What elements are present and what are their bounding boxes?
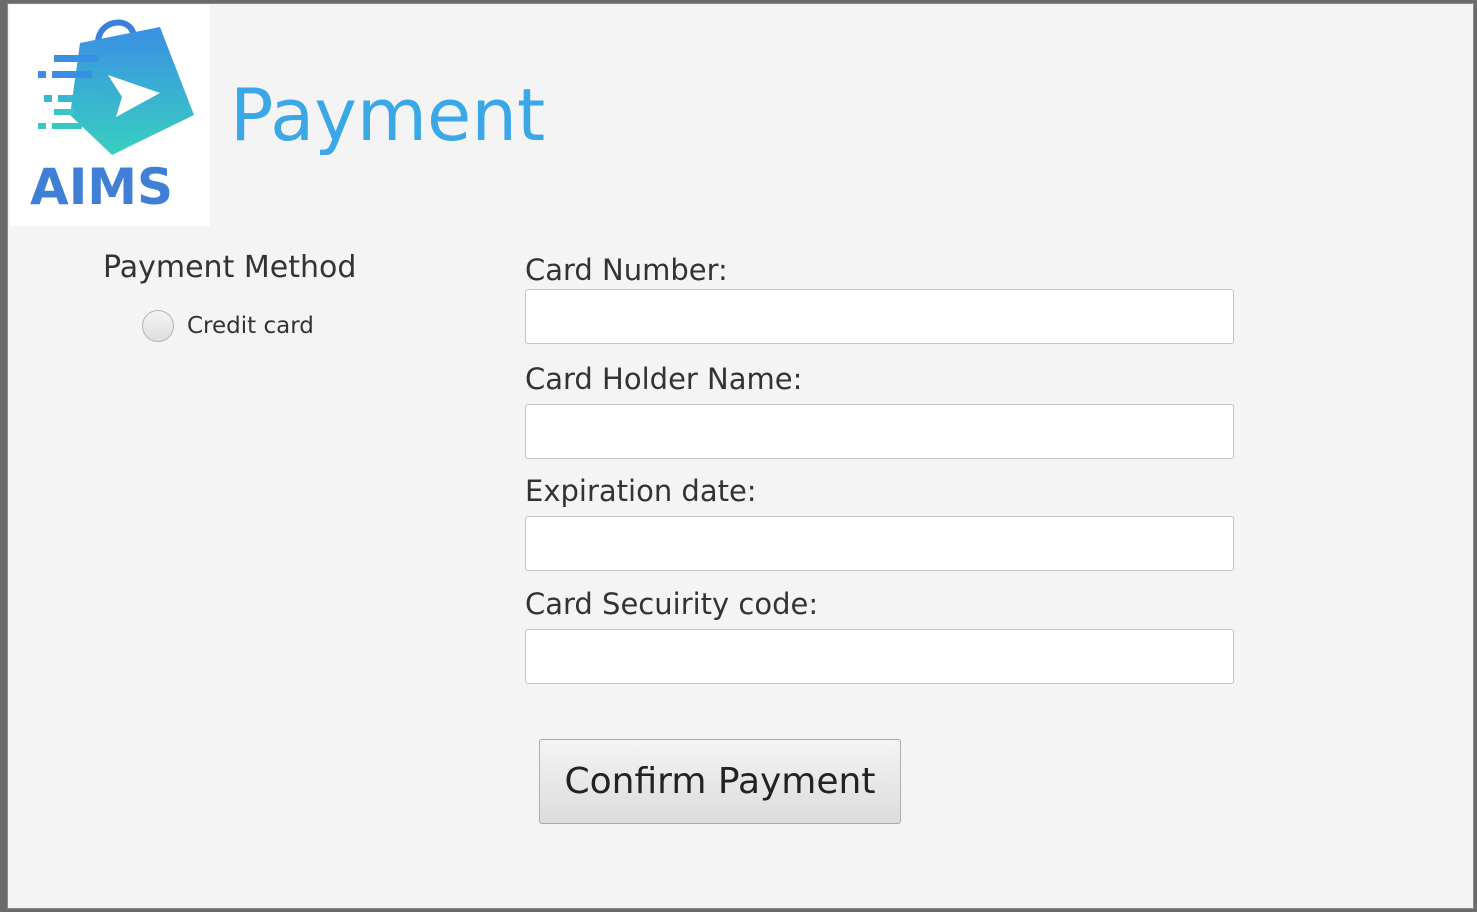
shopping-bag-logo-icon — [38, 19, 194, 155]
credit-card-option[interactable]: Credit card — [142, 308, 314, 344]
security-code-label: Card Secuirity code: — [525, 587, 819, 621]
expiration-date-label: Expiration date: — [525, 474, 757, 508]
confirm-payment-button[interactable]: Confirm Payment — [539, 739, 901, 824]
card-holder-name-input[interactable] — [525, 404, 1234, 459]
credit-card-label: Credit card — [187, 313, 314, 339]
credit-card-radio[interactable] — [142, 310, 174, 342]
aims-logo: AIMS — [10, 5, 210, 226]
payment-window: AIMS Payment Payment Method Credit card … — [7, 3, 1474, 909]
card-number-label: Card Number: — [525, 253, 728, 287]
page-title: Payment — [230, 73, 546, 157]
logo-text: AIMS — [30, 158, 174, 216]
card-number-input[interactable] — [525, 289, 1234, 344]
payment-method-label: Payment Method — [103, 250, 357, 285]
expiration-date-input[interactable] — [525, 516, 1234, 571]
security-code-input[interactable] — [525, 629, 1234, 684]
card-holder-name-label: Card Holder Name: — [525, 362, 803, 396]
